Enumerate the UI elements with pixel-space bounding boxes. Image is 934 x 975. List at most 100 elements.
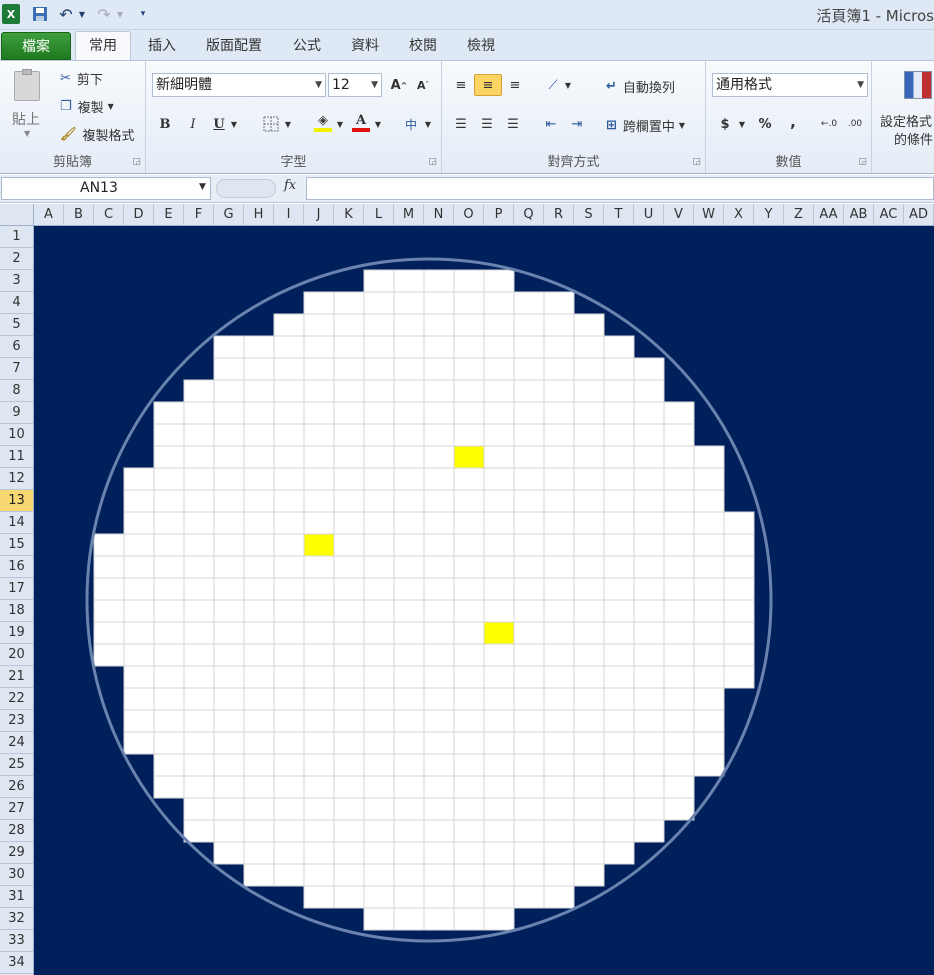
wafer-die[interactable] [393, 467, 425, 491]
borders-icon[interactable] [260, 113, 282, 135]
wafer-die[interactable] [423, 643, 455, 667]
wafer-die[interactable] [543, 291, 575, 315]
wafer-die[interactable] [573, 401, 605, 425]
wafer-die[interactable] [723, 511, 755, 535]
wafer-die[interactable] [573, 775, 605, 799]
wafer-die[interactable] [303, 467, 335, 491]
wafer-die[interactable] [273, 555, 305, 579]
wafer-die[interactable] [573, 665, 605, 689]
wafer-die[interactable] [153, 401, 185, 425]
wafer-die[interactable] [333, 533, 365, 557]
wafer-die[interactable] [693, 643, 725, 667]
wafer-die[interactable] [453, 489, 485, 513]
wafer-die[interactable] [453, 643, 485, 667]
wafer-die[interactable] [153, 643, 185, 667]
undo-dropdown-icon[interactable]: ▼ [77, 4, 87, 24]
align-right-icon[interactable]: ☰ [502, 113, 524, 135]
wafer-die[interactable] [663, 533, 695, 557]
wafer-die[interactable] [153, 489, 185, 513]
wafer-die[interactable] [213, 731, 245, 755]
wafer-die[interactable] [513, 379, 545, 403]
wafer-die[interactable] [243, 731, 275, 755]
wafer-die[interactable] [663, 423, 695, 447]
wafer-die[interactable] [393, 687, 425, 711]
wafer-die[interactable] [243, 841, 275, 865]
wafer-die[interactable] [573, 489, 605, 513]
wafer-die[interactable] [303, 643, 335, 667]
wafer-die[interactable] [513, 841, 545, 865]
wafer-die[interactable] [693, 687, 725, 711]
wafer-die[interactable] [273, 335, 305, 359]
wafer-die[interactable] [543, 577, 575, 601]
row-header-33[interactable]: 33 [0, 930, 33, 952]
wafer-die[interactable] [453, 555, 485, 579]
wafer-die[interactable] [243, 621, 275, 645]
column-header-ad[interactable]: AD [904, 204, 934, 226]
wafer-die[interactable] [123, 467, 155, 491]
wafer-die[interactable] [513, 489, 545, 513]
wafer-die[interactable] [333, 731, 365, 755]
wafer-die[interactable] [273, 775, 305, 799]
wafer-die[interactable] [153, 445, 185, 469]
wafer-die[interactable] [363, 643, 395, 667]
wafer-die[interactable] [93, 621, 125, 645]
wafer-die[interactable] [153, 709, 185, 733]
clipboard-launcher-icon[interactable]: ◲ [132, 157, 141, 167]
wafer-die[interactable] [603, 665, 635, 689]
alignment-launcher-icon[interactable]: ◲ [692, 157, 701, 167]
wafer-die[interactable] [303, 687, 335, 711]
wafer-die[interactable] [453, 401, 485, 425]
wrap-text-button[interactable]: ↵ 自動換列 [606, 77, 675, 96]
wafer-die[interactable] [363, 291, 395, 315]
wafer-die[interactable] [453, 731, 485, 755]
column-header-d[interactable]: D [124, 204, 154, 226]
wafer-die[interactable] [483, 709, 515, 733]
wafer-die[interactable] [303, 291, 335, 315]
wafer-die[interactable] [363, 489, 395, 513]
wafer-die[interactable] [363, 885, 395, 909]
wafer-die[interactable] [663, 467, 695, 491]
row-header-9[interactable]: 9 [0, 402, 33, 424]
wafer-die[interactable] [543, 775, 575, 799]
wafer-die[interactable] [333, 885, 365, 909]
column-header-y[interactable]: Y [754, 204, 784, 226]
wafer-die[interactable] [333, 335, 365, 359]
wafer-die[interactable] [483, 797, 515, 821]
wafer-die[interactable] [573, 577, 605, 601]
wafer-die[interactable] [423, 533, 455, 557]
wafer-die[interactable] [393, 269, 425, 293]
wafer-die[interactable] [123, 599, 155, 623]
wafer-die[interactable] [153, 467, 185, 491]
wafer-die[interactable] [453, 357, 485, 381]
wafer-die[interactable] [573, 863, 605, 887]
row-header-11[interactable]: 11 [0, 446, 33, 468]
wafer-die[interactable] [573, 467, 605, 491]
wafer-die[interactable] [423, 269, 455, 293]
wafer-die[interactable] [483, 313, 515, 337]
wafer-die[interactable] [183, 775, 215, 799]
wafer-die[interactable] [273, 643, 305, 667]
row-header-32[interactable]: 32 [0, 908, 33, 930]
select-all-corner[interactable] [0, 204, 34, 226]
wafer-die[interactable] [333, 445, 365, 469]
paste-dropdown-icon[interactable]: ▼ [24, 129, 30, 138]
wafer-die[interactable] [513, 599, 545, 623]
wafer-die[interactable] [543, 731, 575, 755]
wafer-die[interactable] [663, 643, 695, 667]
wafer-die[interactable] [423, 577, 455, 601]
wafer-die[interactable] [513, 819, 545, 843]
percent-button[interactable]: % [754, 113, 776, 135]
wafer-die[interactable] [93, 533, 125, 557]
wafer-die[interactable] [633, 423, 665, 447]
column-header-m[interactable]: M [394, 204, 424, 226]
wafer-die[interactable] [543, 423, 575, 447]
insert-function-icon[interactable]: fx [284, 178, 296, 193]
wafer-die[interactable] [333, 489, 365, 513]
row-header-27[interactable]: 27 [0, 798, 33, 820]
wafer-die[interactable] [723, 577, 755, 601]
wafer-die[interactable] [513, 467, 545, 491]
wafer-die[interactable] [603, 335, 635, 359]
wafer-die[interactable] [243, 335, 275, 359]
column-header-c[interactable]: C [94, 204, 124, 226]
wafer-die[interactable] [273, 357, 305, 381]
